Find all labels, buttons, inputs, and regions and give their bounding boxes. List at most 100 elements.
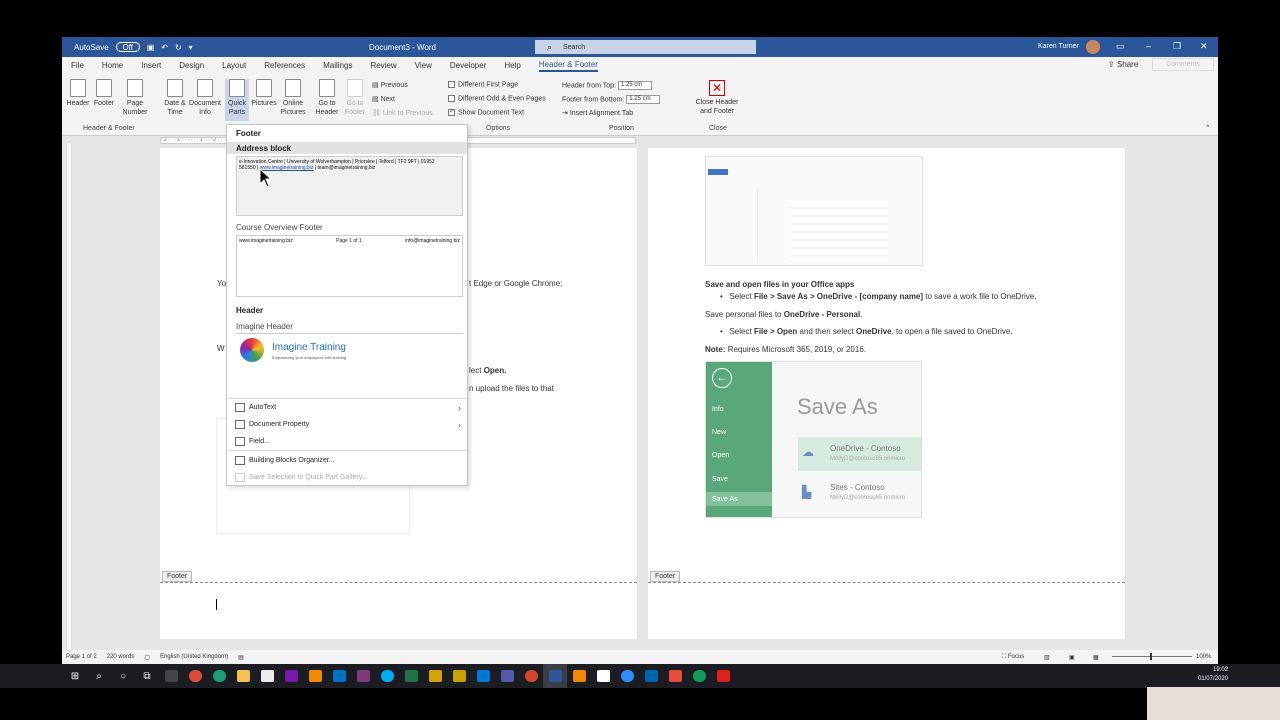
header-from-top-input[interactable]: 1.25 cm (617, 81, 652, 90)
tab-review[interactable]: Review (370, 61, 396, 70)
word-taskbar-icon[interactable] (543, 664, 567, 688)
go-to-header-button[interactable]: Go to Header (314, 79, 340, 117)
onenote-icon[interactable] (279, 664, 303, 688)
footer-from-bottom-input[interactable]: 1.25 cm (626, 95, 661, 104)
online-pictures-button[interactable]: Online Pictures (278, 79, 308, 117)
chrome2-icon[interactable] (687, 664, 711, 688)
quick-parts-button[interactable]: Quick Parts (225, 79, 249, 121)
accessibility-icon[interactable]: ▤ (238, 654, 244, 661)
pictures-button[interactable]: Pictures (250, 79, 278, 108)
comments-button[interactable]: Comments (1152, 58, 1214, 71)
date-time-button[interactable]: Date & Time (160, 79, 190, 117)
skype-icon[interactable] (375, 664, 399, 688)
vertical-ruler[interactable] (66, 142, 72, 654)
document-property-menu-item[interactable]: Document Property › (227, 417, 467, 432)
undo-icon[interactable]: ↶ (161, 43, 168, 52)
recorder-icon[interactable] (663, 664, 687, 688)
header-from-top-field[interactable]: Header from Top: 1.25 cm (562, 81, 652, 90)
tab-insert[interactable]: Insert (141, 61, 161, 70)
tab-mailings[interactable]: Mailings (323, 61, 352, 70)
zoom-slider[interactable] (1112, 656, 1192, 657)
insert-alignment-tab-button[interactable]: ⇥ Insert Alignment Tab (562, 109, 633, 117)
zoom-slider-thumb[interactable] (1150, 653, 1152, 660)
save-icon[interactable]: ▣ (147, 43, 155, 52)
search-box[interactable]: ⌕ Search (535, 40, 756, 54)
powerpoint-icon[interactable] (519, 664, 543, 688)
start-icon[interactable]: ⊞ (63, 664, 87, 688)
tab-developer[interactable]: Developer (450, 61, 486, 70)
close-header-footer-button[interactable]: ✕ Close Header and Footer (692, 80, 742, 116)
teams-icon[interactable] (495, 664, 519, 688)
calculator-icon[interactable] (159, 664, 183, 688)
saveas-item-sub: MollyD@contoso85.onmicro (830, 495, 906, 501)
course-overview-gallery-item[interactable]: www.imaginetraining.biz Page 1 of 1 info… (236, 235, 463, 297)
autotext-menu-item[interactable]: AutoText › (227, 400, 467, 415)
vlc-icon[interactable] (303, 664, 327, 688)
field-menu-item[interactable]: Field... (227, 434, 467, 449)
tab-references[interactable]: References (264, 61, 305, 70)
taskbar-search-icon[interactable]: ⌕ (87, 664, 111, 688)
tab-header-footer[interactable]: Header & Footer (538, 60, 598, 72)
focus-button[interactable]: ⛶ Focus (1002, 654, 1024, 661)
close-icon[interactable]: ✕ (1200, 41, 1208, 52)
redo-icon[interactable]: ↻ (175, 43, 182, 52)
notepad-icon[interactable] (591, 664, 615, 688)
link-to-previous-button[interactable]: ⛓ Link to Previous (372, 109, 433, 117)
footer-from-bottom-field[interactable]: Footer from Bottom: 1.25 cm (562, 95, 661, 104)
autosave-toggle[interactable]: Off (115, 42, 140, 52)
acrobat-icon[interactable] (711, 664, 735, 688)
tab-file[interactable]: File (71, 61, 84, 70)
chrome-icon[interactable] (183, 664, 207, 688)
restore-icon[interactable]: ❐ (1173, 41, 1181, 52)
tab-layout[interactable]: Layout (222, 61, 246, 70)
edge-icon[interactable] (207, 664, 231, 688)
ribbon-display-icon[interactable]: ▭ (1116, 41, 1125, 52)
footer-button[interactable]: Footer (92, 79, 116, 108)
file-explorer-icon[interactable] (231, 664, 255, 688)
vlc2-icon[interactable] (567, 664, 591, 688)
proofing-icon[interactable]: ▢ (144, 654, 150, 661)
outlook-icon[interactable] (327, 664, 351, 688)
store-icon[interactable] (255, 664, 279, 688)
status-words[interactable]: 220 words (107, 654, 135, 660)
different-first-page-checkbox[interactable]: Different First Page (448, 81, 518, 88)
task-view-icon[interactable]: ⧉ (135, 664, 159, 688)
tab-help[interactable]: Help (504, 61, 520, 70)
header-button[interactable]: Header (66, 79, 90, 108)
user-name[interactable]: Karen Turner (1038, 43, 1079, 50)
cortana-icon[interactable]: ○ (111, 664, 135, 688)
save-selection-menu-item[interactable]: Save Selection to Quick Part Gallery... (227, 470, 467, 485)
camtasia-icon[interactable] (447, 664, 471, 688)
screen-icon[interactable] (471, 664, 495, 688)
previous-button[interactable]: ▤ Previous (372, 81, 408, 89)
print-layout-icon[interactable]: ▣ (1069, 654, 1075, 661)
tab-view[interactable]: View (415, 61, 432, 70)
tab-design[interactable]: Design (179, 61, 204, 70)
onenote2-icon[interactable] (351, 664, 375, 688)
system-clock[interactable]: 19:02 01/07/2020 (1198, 666, 1228, 684)
excel-icon[interactable] (399, 664, 423, 688)
status-language[interactable]: English (United Kingdom) (160, 654, 228, 660)
customize-qat-icon[interactable]: ▾ (189, 43, 193, 52)
read-mode-icon[interactable]: ▥ (1044, 654, 1050, 661)
go-to-footer-button[interactable]: Go to Footer (342, 79, 368, 117)
share-button[interactable]: ⇪ Share (1108, 60, 1138, 69)
document-page-2[interactable]: Save and open files in your Office apps … (648, 148, 1125, 639)
photos-icon[interactable] (639, 664, 663, 688)
tab-home[interactable]: Home (102, 61, 123, 70)
document-info-button[interactable]: Document Info (188, 79, 222, 117)
zoom-app-icon[interactable] (615, 664, 639, 688)
minimize-icon[interactable]: – (1146, 41, 1151, 51)
avatar[interactable] (1086, 40, 1100, 54)
show-document-text-checkbox[interactable]: ✓ Show Document Text (448, 109, 524, 116)
imagine-header-gallery-item[interactable]: Imagine Training Empowering your employe… (236, 333, 463, 393)
web-layout-icon[interactable]: ▦ (1093, 654, 1099, 661)
building-blocks-menu-item[interactable]: Building Blocks Organizer... (227, 453, 467, 468)
status-page[interactable]: Page 1 of 2 (66, 654, 97, 660)
snagit-icon[interactable] (423, 664, 447, 688)
collapse-ribbon-icon[interactable]: ⌃ (1205, 124, 1211, 132)
different-odd-even-checkbox[interactable]: Different Odd & Even Pages (448, 95, 546, 102)
next-button[interactable]: ▤ Next (372, 95, 395, 103)
zoom-level[interactable]: 100% (1196, 654, 1211, 660)
page-number-button[interactable]: Page Number (118, 79, 152, 117)
